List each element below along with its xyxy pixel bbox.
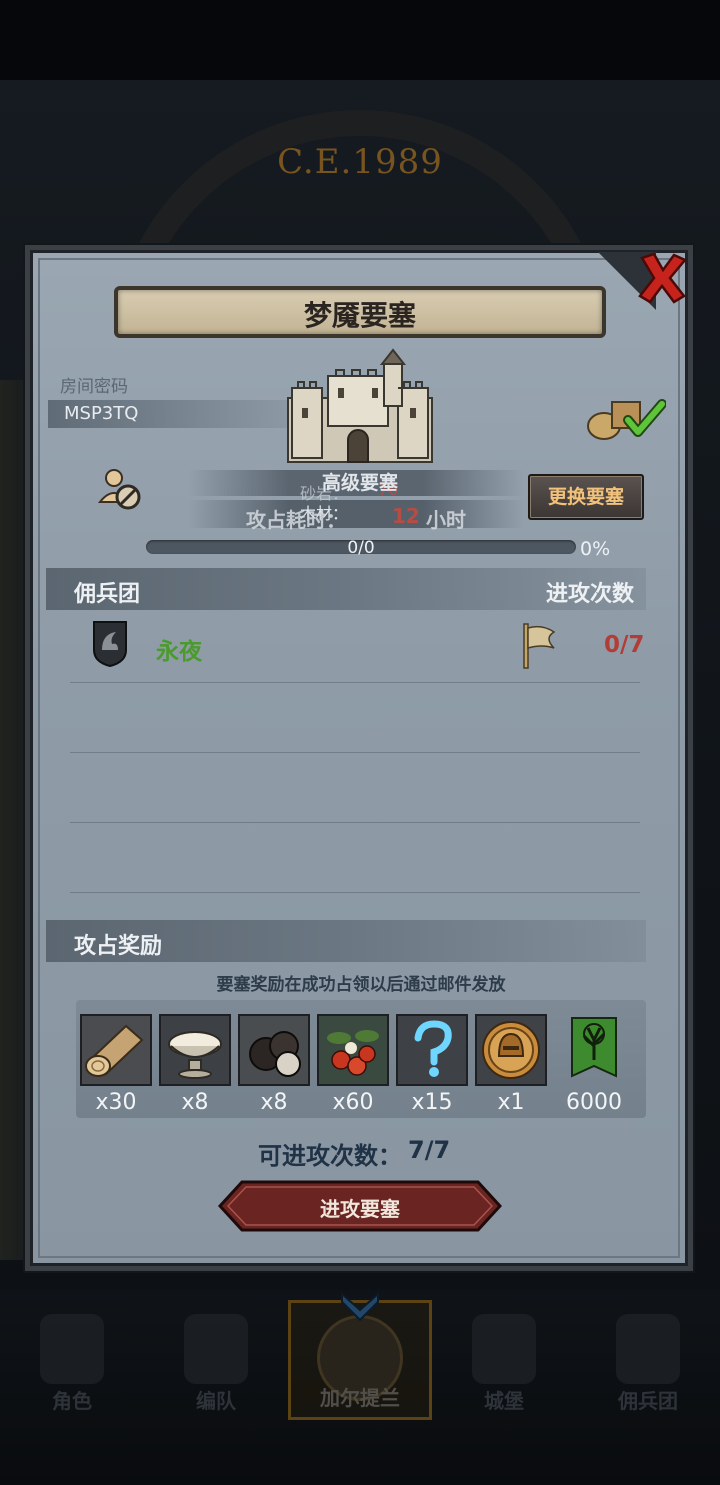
attack-time-value: 12 <box>392 504 420 528</box>
list-divider <box>70 822 640 823</box>
resources-ready-icon[interactable] <box>584 392 666 442</box>
list-divider <box>70 892 640 893</box>
berries-icon <box>327 1030 379 1076</box>
reward-slot[interactable] <box>238 1014 310 1086</box>
guild-shield-icon <box>93 621 127 668</box>
reward-slot[interactable] <box>475 1014 547 1086</box>
status-bar-area <box>0 0 720 80</box>
close-button[interactable] <box>636 250 688 306</box>
capture-progress-text: 0/0 <box>347 538 375 558</box>
reward-quantity: x15 <box>411 1090 453 1115</box>
guild-name[interactable]: 永夜 <box>156 632 202 666</box>
attack-time-unit: 小时 <box>426 508 466 532</box>
dialog-title: 梦魇要塞 <box>303 299 416 332</box>
flag-icon <box>523 623 556 669</box>
silver-bowl-icon <box>168 1031 222 1079</box>
fortress-level: 高级要塞 <box>321 472 398 494</box>
reward-quantity: x1 <box>497 1090 525 1115</box>
room-code-value: MSP3TQ <box>64 403 139 424</box>
reward-header-label: 攻占奖励 <box>74 934 163 959</box>
fortress-info-bar <box>188 500 524 528</box>
reward-slot[interactable] <box>566 1014 622 1086</box>
guild-attack-count: 0/7 <box>604 632 645 658</box>
attack-time-label: 攻占耗时： <box>246 508 346 532</box>
reward-slot[interactable] <box>80 1014 152 1086</box>
reward-quantity: x60 <box>332 1090 374 1115</box>
list-divider <box>70 752 640 753</box>
reward-quantity: x8 <box>181 1090 209 1115</box>
reward-slot[interactable] <box>396 1014 468 1086</box>
reward-quantity: 6000 <box>566 1090 622 1115</box>
room-code-label: 房间密码 <box>60 377 128 397</box>
mystery-question-icon <box>414 1020 452 1077</box>
no-visitor-icon <box>97 469 141 510</box>
list-divider <box>70 682 640 683</box>
mercenary-header-label: 佣兵团 <box>74 582 141 607</box>
change-fortress-button[interactable]: 更换要塞 <box>528 474 644 520</box>
wood-log-icon <box>85 1024 144 1077</box>
fortress-castle-icon <box>287 348 433 463</box>
attacks-left-value: 7/7 <box>408 1136 451 1164</box>
guild-banner-icon <box>571 1017 617 1078</box>
reward-slot[interactable] <box>317 1014 389 1086</box>
close-icon <box>638 252 688 304</box>
reward-quantity: x30 <box>95 1090 137 1115</box>
attack-count-header-label: 进攻次数 <box>546 582 635 607</box>
truffle-icon <box>249 1031 301 1077</box>
reward-note: 要塞奖励在成功占领以后通过邮件发放 <box>216 975 506 995</box>
capture-progress-percent: 0% <box>580 538 611 560</box>
attacks-left-label: 可进攻次数： <box>258 1142 402 1170</box>
reward-quantity: x8 <box>260 1090 288 1115</box>
gold-helmet-coin-icon <box>482 1021 540 1079</box>
attack-fortress-button-label: 进攻要塞 <box>320 1197 400 1221</box>
reward-slot[interactable] <box>159 1014 231 1086</box>
